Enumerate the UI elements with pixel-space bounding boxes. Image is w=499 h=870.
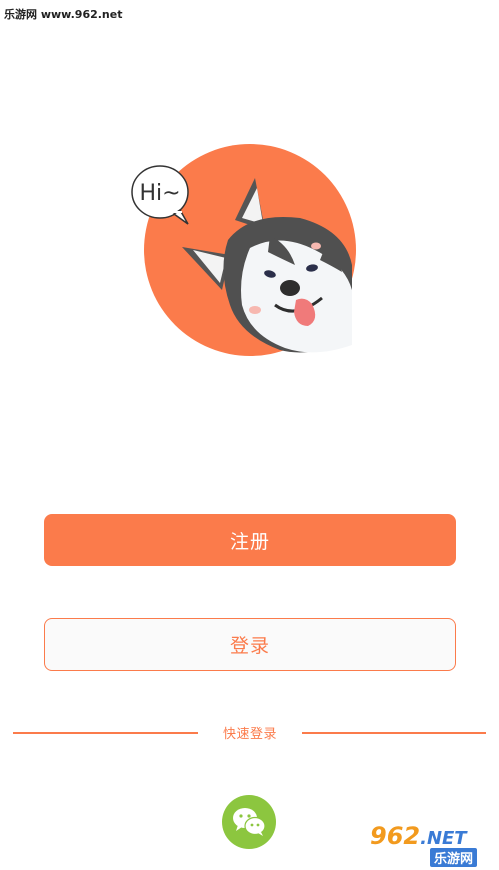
watermark-brand: 962.NET	[370, 822, 467, 850]
husky-dog-icon: Hi~	[131, 144, 356, 356]
divider-right	[302, 732, 486, 734]
site-watermark-bottom: 962.NET 乐游网	[362, 822, 494, 867]
divider-left	[13, 732, 198, 734]
dog-right-cheek	[311, 242, 321, 250]
speech-bubble: Hi~	[131, 165, 189, 225]
watermark-brand-sub: 乐游网	[430, 848, 478, 867]
site-watermark-top: 乐游网 www.962.net	[4, 8, 123, 21]
login-button[interactable]: 登录	[44, 618, 456, 671]
hero-illustration: Hi~	[130, 140, 370, 370]
quick-login-label: 快速登录	[222, 727, 277, 742]
login-landing-screen: 乐游网 www.962.net Hi~ 注册 登录 快速登录 962.NET 乐…	[0, 0, 499, 870]
register-button[interactable]: 注册	[44, 514, 456, 566]
wechat-icon	[233, 808, 266, 836]
dog-left-cheek	[249, 306, 261, 314]
speech-bubble-text: Hi~	[139, 181, 180, 206]
dog-nose	[280, 280, 300, 296]
wechat-login-button[interactable]	[222, 795, 276, 849]
